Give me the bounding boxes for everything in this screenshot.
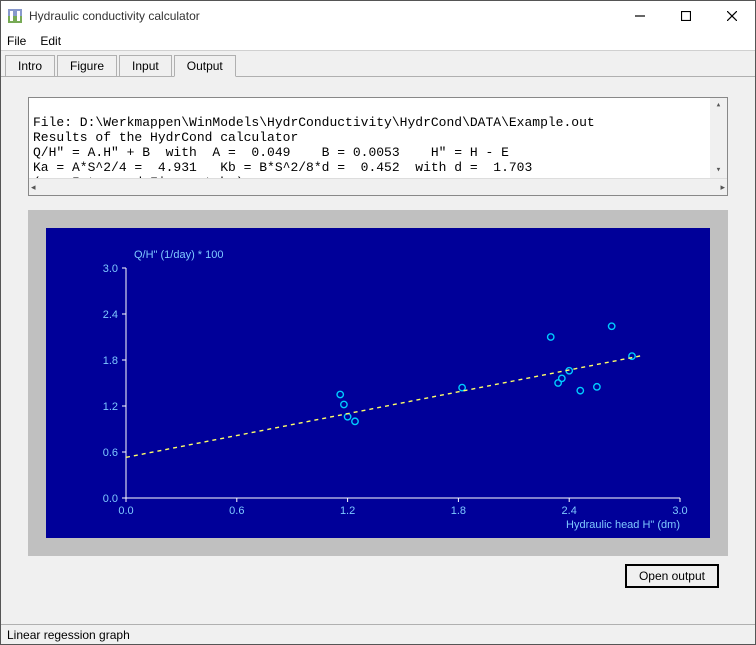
minimize-button[interactable] [617, 1, 663, 31]
tab-intro[interactable]: Intro [5, 55, 55, 76]
svg-text:3.0: 3.0 [672, 505, 687, 517]
vertical-scrollbar[interactable]: ▴▾ [710, 98, 727, 178]
tabstrip: Intro Figure Input Output [1, 53, 755, 77]
svg-text:0.0: 0.0 [118, 505, 133, 517]
svg-text:1.8: 1.8 [451, 505, 466, 517]
titlebar: Hydraulic conductivity calculator [1, 1, 755, 31]
svg-text:1.2: 1.2 [340, 505, 355, 517]
tab-output[interactable]: Output [174, 55, 236, 77]
tab-input[interactable]: Input [119, 55, 172, 76]
svg-text:2.4: 2.4 [103, 309, 118, 321]
output-line: Q/H" = A.H" + B with A = 0.049 B = 0.005… [33, 145, 509, 160]
menubar: File Edit [1, 31, 755, 51]
tab-content-output: File: D:\Werkmappen\WinModels\HydrConduc… [1, 77, 755, 624]
output-line: (see Intro and Figure tabs) [33, 175, 244, 178]
svg-text:1.2: 1.2 [103, 401, 118, 413]
chart-svg: Q/H" (1/day) * 100 0.0 0.6 1.2 1.8 2.4 3.0 0.0 0… [46, 228, 710, 538]
output-textbox[interactable]: File: D:\Werkmappen\WinModels\HydrConduc… [28, 97, 728, 196]
horizontal-scrollbar[interactable]: ◂▸ [29, 178, 727, 195]
output-line: Ka = A*S^2/4 = 4.931 Kb = B*S^2/8*d = 0.… [33, 160, 532, 175]
svg-text:Hydraulic head H" (dm): Hydraulic head H" (dm) [566, 519, 680, 531]
svg-text:0.6: 0.6 [229, 505, 244, 517]
svg-text:2.4: 2.4 [562, 505, 577, 517]
app-window: Hydraulic conductivity calculator File E… [0, 0, 756, 645]
regression-chart: Q/H" (1/day) * 100 0.0 0.6 1.2 1.8 2.4 3.0 0.0 0… [46, 228, 710, 538]
app-icon [7, 8, 23, 24]
svg-text:0.6: 0.6 [103, 447, 118, 459]
close-button[interactable] [709, 1, 755, 31]
maximize-button[interactable] [663, 1, 709, 31]
statusbar: Linear regession graph [1, 624, 755, 644]
svg-text:0.0: 0.0 [103, 493, 118, 505]
open-output-button[interactable]: Open output [625, 564, 719, 588]
output-line: File: D:\Werkmappen\WinModels\HydrConduc… [33, 115, 595, 130]
chart-panel: Q/H" (1/day) * 100 0.0 0.6 1.2 1.8 2.4 3.0 0.0 0… [28, 210, 728, 556]
svg-text:1.8: 1.8 [103, 355, 118, 367]
tab-figure[interactable]: Figure [57, 55, 117, 76]
menu-edit[interactable]: Edit [40, 34, 61, 48]
svg-text:Q/H" (1/day) * 100: Q/H" (1/day) * 100 [134, 249, 224, 261]
output-line: Results of the HydrCond calculator [33, 130, 298, 145]
window-title: Hydraulic conductivity calculator [29, 9, 617, 23]
statusbar-text: Linear regession graph [7, 628, 130, 642]
svg-text:3.0: 3.0 [103, 263, 118, 275]
menu-file[interactable]: File [7, 34, 26, 48]
button-row: Open output [15, 556, 741, 588]
